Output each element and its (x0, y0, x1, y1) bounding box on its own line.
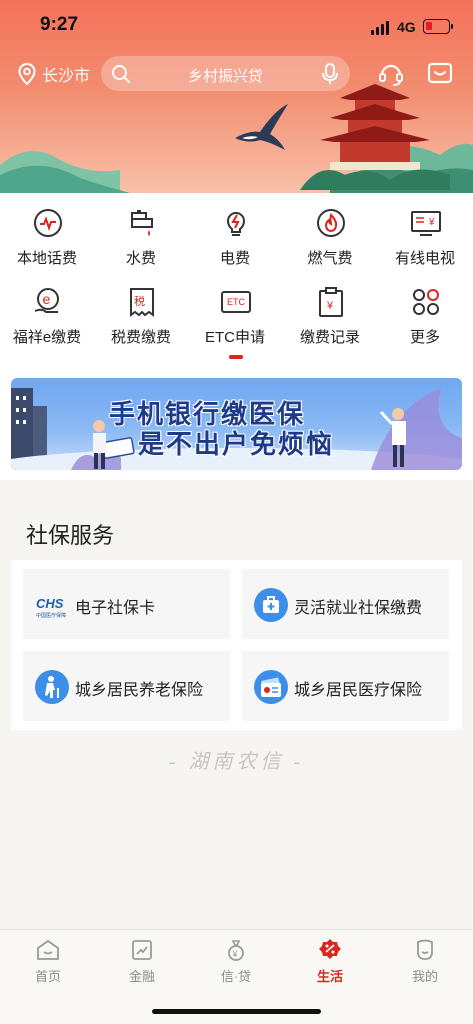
payment-record-icon: ¥ (319, 287, 343, 317)
service-gas-bill[interactable]: 燃气费 (283, 199, 377, 279)
card-label: 城乡居民养老保险 (75, 682, 204, 699)
gas-flame-icon (317, 209, 345, 237)
service-label: ETC申请 (204, 329, 265, 346)
urban-rural-medical-insurance[interactable]: 城乡居民医疗保险 (242, 651, 449, 721)
tab-finance[interactable]: 金融 (102, 938, 182, 988)
finance-chart-icon (132, 940, 152, 960)
brand-watermark: - 湖南农信 - (168, 751, 305, 773)
promo-subheadline: 是不出户免烦恼 (138, 430, 335, 459)
tab-profile[interactable]: 我的 (385, 938, 465, 988)
tab-credit-loan[interactable]: ¥ 信·贷 (196, 938, 276, 988)
life-badge-icon (319, 939, 341, 959)
social-insurance-title: 社保服务 (26, 523, 115, 548)
chs-logo-icon: CHS 中国医疗保障 (36, 596, 66, 619)
card-label: 灵活就业社保缴费 (294, 600, 423, 617)
card-label: 城乡居民医疗保险 (294, 682, 423, 699)
urban-rural-pension-insurance[interactable]: 城乡居民养老保险 (23, 651, 230, 721)
network-type: 4G (397, 19, 416, 35)
header-banner: 9:27 4G 长沙市 乡村振兴贷 (0, 0, 473, 193)
service-label: 燃气费 (307, 250, 353, 267)
service-payment-records[interactable]: ¥ 缴费记录 (283, 278, 377, 358)
cellular-signal-icon (371, 21, 391, 35)
svg-text:税: 税 (134, 294, 145, 308)
e-social-security-card[interactable]: CHS 中国医疗保障 电子社保卡 (23, 569, 230, 639)
tab-home[interactable]: 首页 (8, 938, 88, 988)
service-electricity-bill[interactable]: 电费 (188, 199, 282, 279)
service-water-bill[interactable]: 水费 (94, 199, 188, 279)
electricity-icon (226, 212, 246, 236)
tab-life[interactable]: 生活 (290, 938, 370, 988)
home-indicator (152, 1009, 321, 1014)
service-etc-apply[interactable]: ETC ETC申请 (188, 278, 282, 358)
tab-label: 金融 (128, 969, 155, 984)
tab-label: 信·贷 (220, 969, 252, 984)
service-cable-tv[interactable]: ¥ 有线电视 (378, 199, 472, 279)
svg-text:¥: ¥ (326, 300, 334, 312)
svg-text:¥: ¥ (428, 217, 435, 228)
battery-level (426, 22, 432, 30)
service-fuxiang-e-pay[interactable]: e 福祥e缴费 (0, 278, 94, 358)
water-tap-icon (131, 210, 153, 236)
service-label: 电费 (219, 250, 250, 267)
home-icon (37, 939, 59, 960)
tab-label: 我的 (411, 969, 438, 984)
medical-card-icon (254, 670, 288, 704)
profile-icon (417, 939, 433, 960)
svg-text:CHS: CHS (36, 596, 64, 611)
e-pay-hand-icon: e (34, 288, 59, 313)
phone-bill-icon (34, 209, 62, 237)
page-indicator (229, 355, 243, 359)
message-icon[interactable] (427, 61, 453, 87)
elderly-person-icon (35, 670, 69, 704)
promo-container: 手机银行缴医保 是不出户免烦恼 (0, 368, 473, 480)
payment-service-grid: 本地话费 水费 电费 燃气费 ¥ 有线电视 e 福祥e缴费 税 税费缴费 ETC… (0, 193, 473, 368)
service-more[interactable]: 更多 (378, 278, 472, 358)
tax-receipt-icon: 税 (130, 288, 154, 317)
tab-label: 首页 (34, 969, 61, 984)
service-label: 缴费记录 (299, 329, 360, 346)
money-bag-icon: ¥ (228, 940, 244, 961)
service-label: 税费缴费 (110, 329, 171, 346)
battery-icon (423, 19, 453, 34)
service-label: 有线电视 (394, 250, 455, 267)
service-label: 福祥e缴费 (12, 329, 82, 346)
svg-text:e: e (43, 291, 51, 307)
medical-kit-icon (254, 588, 288, 622)
swallow-bird-illustration (235, 104, 288, 150)
service-label: 本地话费 (16, 250, 77, 267)
etc-card-icon: ETC (221, 291, 251, 313)
card-label: 电子社保卡 (75, 600, 156, 617)
pavilion-illustration (300, 84, 450, 190)
location-pin-icon (18, 63, 36, 85)
customer-service-icon[interactable] (378, 61, 404, 87)
location-selector[interactable]: 长沙市 (18, 62, 90, 86)
search-bar[interactable]: 乡村振兴贷 (101, 56, 350, 91)
status-time: 9:27 (40, 14, 79, 35)
status-bar: 9:27 4G (0, 0, 473, 50)
promo-banner[interactable]: 手机银行缴医保 是不出户免烦恼 (11, 378, 462, 470)
svg-text:中国医疗保障: 中国医疗保障 (36, 612, 66, 619)
service-label: 更多 (409, 329, 440, 346)
service-local-phone-bill[interactable]: 本地话费 (0, 199, 94, 279)
search-placeholder: 乡村振兴贷 (187, 68, 263, 85)
svg-text:¥: ¥ (232, 949, 239, 959)
svg-text:ETC: ETC (227, 297, 246, 307)
microphone-icon[interactable] (322, 63, 338, 85)
social-insurance-cards: CHS 中国医疗保障 电子社保卡 灵活就业社保缴费 城乡居民养老保险 城乡居民医… (11, 560, 462, 730)
city-name: 长沙市 (42, 68, 91, 85)
service-label: 水费 (125, 250, 156, 267)
service-tax-payment[interactable]: 税 税费缴费 (94, 278, 188, 358)
flexible-employment-insurance[interactable]: 灵活就业社保缴费 (242, 569, 449, 639)
more-grid-icon (413, 289, 439, 315)
tv-icon: ¥ (411, 211, 441, 236)
tab-label: 生活 (316, 969, 343, 984)
